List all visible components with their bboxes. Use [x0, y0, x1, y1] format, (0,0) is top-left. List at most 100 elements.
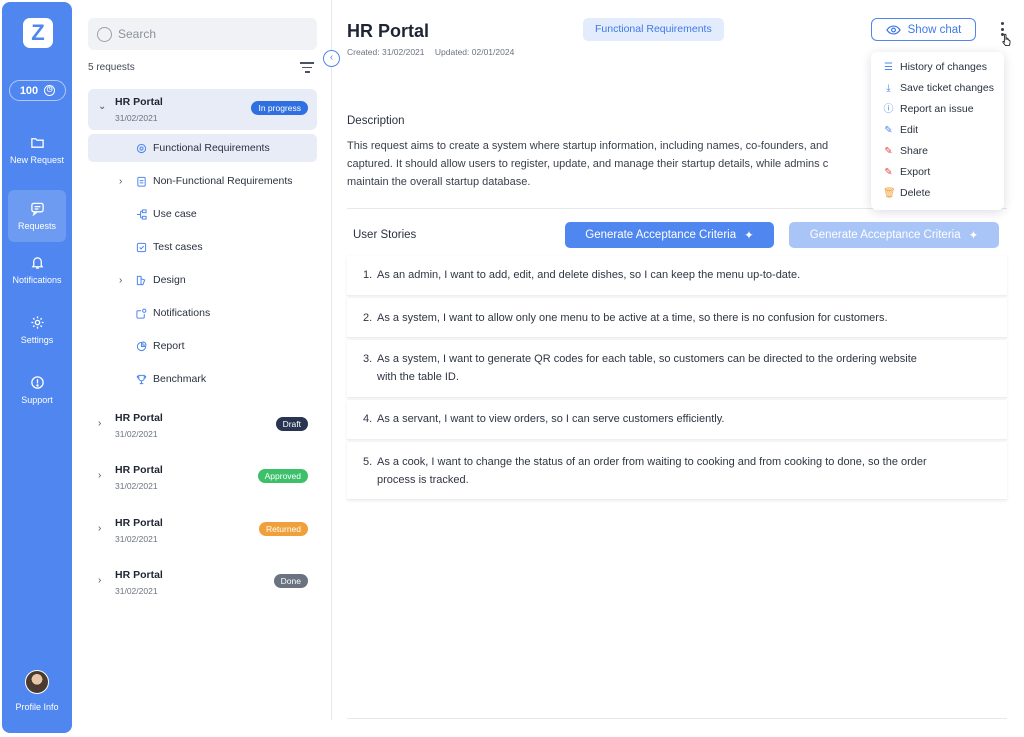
updated-date: Updated: 02/01/2024 — [434, 47, 515, 57]
list-icon: ☰ — [884, 61, 893, 73]
section-benchmark[interactable]: Benchmark — [88, 365, 317, 393]
notification-icon — [136, 308, 147, 319]
menu-item-report-issue[interactable]: ⓘ Report an issue — [871, 99, 1004, 119]
sparkle-icon: ✦ — [968, 230, 979, 242]
show-chat-button[interactable]: Show chat — [871, 18, 976, 41]
menu-label: Save ticket changes — [900, 82, 994, 94]
nav-new-request[interactable]: New Request — [2, 124, 72, 176]
nav-label: Settings — [20, 335, 54, 345]
search-box[interactable] — [88, 18, 317, 50]
section-functional-requirements[interactable]: Functional Requirements — [88, 134, 317, 162]
section-label: Non-Functional Requirements — [153, 175, 293, 187]
credits-counter[interactable]: 100 ◷ — [9, 80, 66, 101]
section-label: Test cases — [153, 241, 203, 253]
chevron-right-icon[interactable]: › — [98, 523, 108, 534]
request-item[interactable]: ⌄ HR Portal 31/02/2021 In progress — [88, 89, 317, 130]
button-label: Generate Acceptance Criteria — [585, 229, 737, 241]
chevron-right-icon[interactable]: › — [119, 275, 122, 286]
nav-requests[interactable]: Requests — [8, 190, 66, 242]
section-notifications[interactable]: Notifications — [88, 299, 317, 327]
request-title: HR Portal — [115, 412, 163, 424]
generate-acceptance-criteria-button-disabled[interactable]: Generate Acceptance Criteria ✦ — [789, 222, 999, 248]
request-item[interactable]: › HR Portal 31/02/2021 Done — [88, 562, 317, 602]
status-badge: In progress — [251, 101, 308, 115]
folder-icon — [30, 138, 44, 148]
chevron-right-icon[interactable]: › — [98, 470, 108, 481]
section-label: Functional Requirements — [153, 142, 270, 154]
request-item[interactable]: › HR Portal 31/02/2021 Draft — [88, 405, 317, 445]
generate-acceptance-criteria-button[interactable]: Generate Acceptance Criteria ✦ — [565, 222, 774, 248]
nav-label: Notifications — [12, 275, 62, 285]
status-badge: Approved — [257, 469, 308, 483]
chevron-right-icon[interactable]: › — [98, 575, 108, 586]
profile-info[interactable]: Profile Info — [2, 670, 72, 712]
section-use-case[interactable]: Use case — [88, 200, 317, 228]
test-icon — [136, 242, 147, 252]
menu-label: Delete — [900, 187, 931, 199]
request-title: HR Portal — [115, 464, 163, 476]
app-window: Z 100 ◷ New Request Requests Notificatio… — [0, 0, 1024, 737]
user-story: 1. As an admin, I want to add, edit, and… — [347, 256, 1007, 296]
app-logo[interactable]: Z — [23, 18, 53, 48]
request-title: HR Portal — [115, 96, 163, 108]
request-date: 31/02/2021 — [115, 113, 158, 123]
menu-label: Report an issue — [900, 103, 974, 115]
request-count: 5 requests — [88, 62, 135, 73]
request-title: HR Portal — [115, 569, 163, 581]
menu-item-share[interactable]: ✎ Share — [871, 141, 1004, 161]
export-icon: ✎ — [884, 166, 893, 178]
menu-item-export[interactable]: ✎ Export — [871, 162, 1004, 182]
chevron-right-icon[interactable]: › — [119, 176, 122, 187]
menu-label: History of changes — [900, 61, 987, 73]
clipboard-icon — [137, 176, 146, 187]
pie-icon — [136, 340, 147, 351]
request-date: 31/02/2021 — [115, 481, 158, 491]
request-title: HR Portal — [115, 517, 163, 529]
nav-label: New Request — [9, 155, 65, 165]
section-label: Benchmark — [153, 373, 207, 385]
user-story: 5. As a cook, I want to change the statu… — [347, 442, 1007, 500]
request-item[interactable]: › HR Portal 31/02/2021 Returned — [88, 510, 317, 550]
panel-divider — [331, 0, 332, 720]
nav-support[interactable]: Support — [2, 364, 72, 416]
section-test-cases[interactable]: Test cases — [88, 233, 317, 261]
avatar[interactable] — [25, 670, 49, 694]
nav-label: Support — [21, 395, 53, 405]
sidebar-rail: Z 100 ◷ New Request Requests Notificatio… — [2, 2, 72, 733]
menu-label: Edit — [900, 124, 919, 136]
section-design[interactable]: › Design — [88, 266, 317, 294]
section-label: Notifications — [153, 307, 211, 319]
description-heading: Description — [347, 115, 405, 127]
button-label: Generate Acceptance Criteria — [809, 229, 961, 241]
gear-icon — [30, 316, 44, 329]
menu-item-edit[interactable]: ✎ Edit — [871, 120, 1004, 140]
section-report[interactable]: Report — [88, 332, 317, 360]
story-number: 2. — [363, 312, 373, 324]
menu-label: Export — [900, 166, 931, 178]
description-line: captured. It should allow users to regis… — [347, 158, 829, 170]
section-tag: Functional Requirements — [583, 18, 724, 41]
search-input[interactable] — [118, 27, 298, 41]
filter-icon[interactable] — [300, 62, 314, 74]
nav-settings[interactable]: Settings — [2, 304, 72, 356]
story-number: 3. — [363, 353, 373, 365]
menu-item-delete[interactable]: 🗑 Delete — [871, 183, 1004, 203]
collapse-panel-button[interactable]: ‹ — [323, 50, 340, 67]
section-non-functional-requirements[interactable]: › Non-Functional Requirements — [88, 167, 317, 195]
chevron-down-icon[interactable]: ⌄ — [98, 101, 108, 112]
description-line: This request aims to create a system whe… — [347, 140, 829, 152]
chat-icon — [30, 202, 44, 216]
section-label: Design — [153, 274, 186, 286]
support-icon — [30, 376, 44, 389]
profile-label: Profile Info — [15, 702, 59, 712]
nav-notifications[interactable]: Notifications — [2, 244, 72, 296]
menu-item-history[interactable]: ☰ History of changes — [871, 57, 1004, 77]
share-icon: ✎ — [884, 145, 893, 157]
chevron-right-icon[interactable]: › — [98, 418, 108, 429]
menu-item-save[interactable]: ⤓ Save ticket changes — [871, 78, 1004, 98]
status-badge: Draft — [275, 417, 308, 431]
request-item[interactable]: › HR Portal 31/02/2021 Approved — [88, 457, 317, 497]
request-date: 31/02/2021 — [115, 429, 158, 439]
user-story: 2. As a system, I want to allow only one… — [347, 298, 1007, 338]
user-stories-heading: User Stories — [353, 229, 417, 241]
